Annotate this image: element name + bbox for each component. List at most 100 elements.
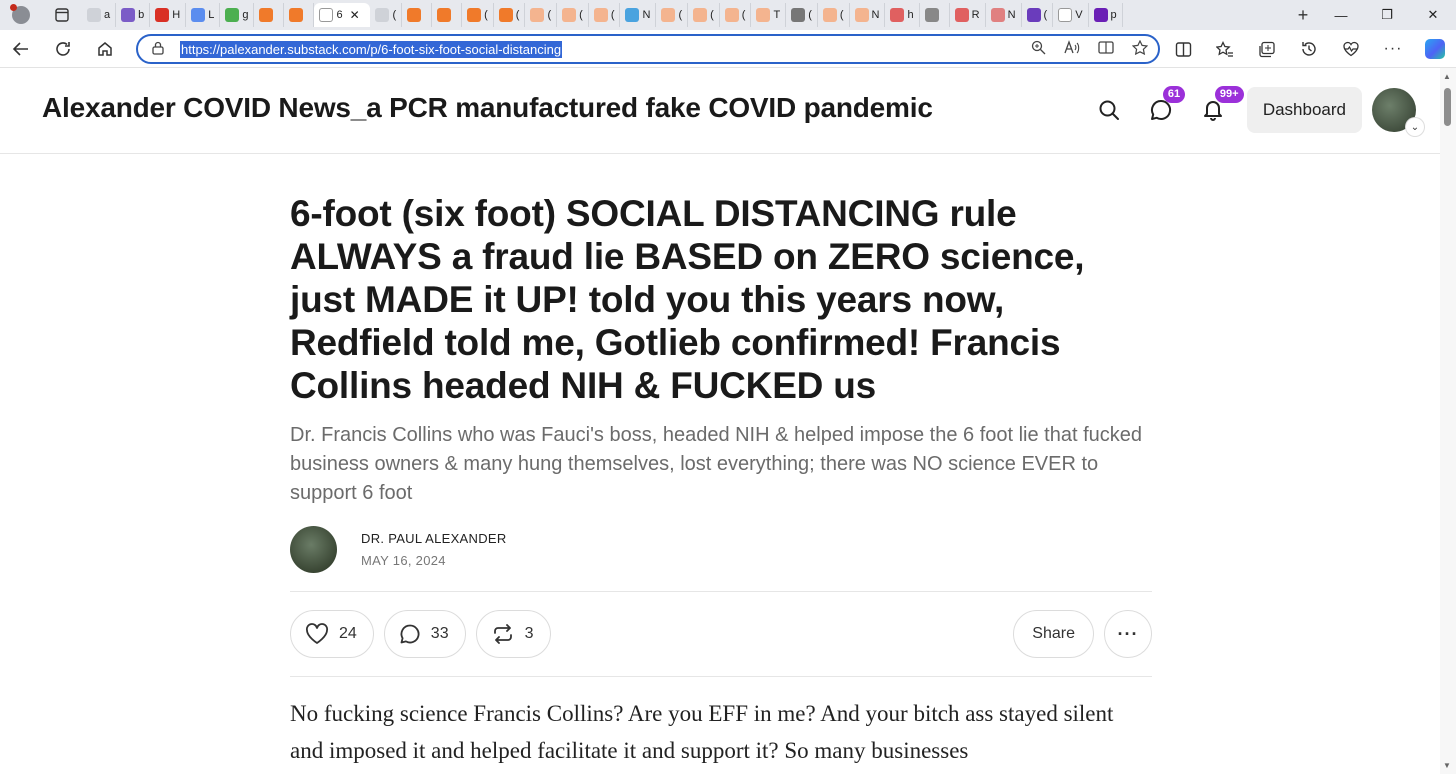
ellipsis-icon: ··· bbox=[1117, 623, 1139, 644]
search-button[interactable] bbox=[1083, 84, 1135, 136]
like-count: 24 bbox=[339, 625, 357, 642]
author-name[interactable]: DR. PAUL ALEXANDER bbox=[361, 531, 507, 546]
favorites-button[interactable] bbox=[1204, 30, 1246, 68]
collections-button[interactable] bbox=[1246, 30, 1288, 68]
browser-tab[interactable]: ( bbox=[720, 3, 752, 27]
browser-tab[interactable]: L bbox=[186, 3, 221, 27]
browser-tab[interactable]: p bbox=[1089, 3, 1123, 27]
history-button[interactable] bbox=[1288, 30, 1330, 68]
browser-profile-button[interactable] bbox=[0, 0, 42, 30]
home-button[interactable] bbox=[84, 30, 126, 68]
tab-actions-button[interactable] bbox=[42, 0, 82, 30]
url-text[interactable]: https://palexander.substack.com/p/6-foot… bbox=[180, 40, 563, 58]
favorite-star-icon[interactable] bbox=[1131, 39, 1149, 58]
browser-tab[interactable]: ( bbox=[786, 3, 818, 27]
settings-more-button[interactable]: ··· bbox=[1372, 30, 1414, 68]
browser-tab-active[interactable]: 6 ✕ bbox=[314, 3, 371, 27]
tab-favicon-icon bbox=[724, 8, 739, 22]
browser-tab[interactable]: h bbox=[885, 3, 920, 27]
browser-tab[interactable] bbox=[432, 3, 463, 27]
scroll-up-arrow-icon[interactable]: ▲ bbox=[1443, 72, 1451, 81]
browser-tab[interactable]: ( bbox=[589, 3, 621, 27]
back-button[interactable] bbox=[0, 30, 42, 68]
browser-tab[interactable]: ( bbox=[370, 3, 403, 27]
ellipsis-icon: ··· bbox=[1383, 40, 1403, 57]
tab-label: N bbox=[1007, 9, 1016, 21]
browser-tab[interactable]: R bbox=[950, 3, 986, 27]
zoom-icon[interactable] bbox=[1031, 40, 1046, 58]
browser-tab[interactable]: ( bbox=[818, 3, 850, 27]
tab-label: ( bbox=[610, 9, 615, 21]
reload-button[interactable] bbox=[42, 30, 84, 68]
browser-tab[interactable]: N bbox=[620, 3, 657, 27]
heart-icon bbox=[306, 623, 328, 644]
tab-label: N bbox=[871, 9, 880, 21]
copilot-button[interactable] bbox=[1414, 30, 1456, 68]
user-avatar[interactable]: ⌄ bbox=[1372, 88, 1424, 136]
browser-tab[interactable] bbox=[284, 3, 315, 27]
chevron-down-icon: ⌄ bbox=[1406, 118, 1424, 136]
site-title[interactable]: Alexander COVID News_a PCR manufactured … bbox=[42, 92, 933, 124]
tab-favicon-icon bbox=[467, 8, 482, 22]
tab-favicon-icon bbox=[259, 8, 274, 22]
browser-essentials-button[interactable] bbox=[1330, 30, 1372, 68]
comments-button[interactable]: 33 bbox=[383, 610, 466, 658]
browser-tab[interactable]: ( bbox=[557, 3, 589, 27]
browser-tab[interactable]: b bbox=[116, 3, 151, 27]
tab-label: N bbox=[642, 9, 651, 21]
lock-icon[interactable] bbox=[152, 41, 164, 58]
browser-tab[interactable]: T bbox=[751, 3, 787, 27]
restack-button[interactable]: 3 bbox=[475, 610, 551, 658]
tab-label: g bbox=[242, 9, 249, 21]
browser-tab[interactable] bbox=[920, 3, 950, 27]
browser-tab[interactable] bbox=[402, 3, 433, 27]
tab-favicon-icon bbox=[1026, 8, 1041, 22]
home-icon bbox=[98, 41, 112, 56]
minimize-button[interactable]: — bbox=[1318, 0, 1364, 30]
tab-label: ( bbox=[484, 9, 488, 21]
restore-button[interactable]: ❐ bbox=[1364, 0, 1410, 30]
tab-favicon-icon bbox=[593, 8, 608, 22]
tab-favicon-icon bbox=[289, 8, 304, 22]
browser-tab[interactable]: g bbox=[220, 3, 255, 27]
browser-tab[interactable]: ( bbox=[688, 3, 720, 27]
more-options-button[interactable]: ··· bbox=[1104, 610, 1152, 658]
divider bbox=[290, 676, 1152, 677]
browser-tab[interactable]: ( bbox=[1022, 3, 1054, 27]
post-actions: 24 33 3 Share ··· bbox=[290, 610, 1152, 658]
dashboard-button[interactable]: Dashboard bbox=[1246, 87, 1362, 133]
tab-label: b bbox=[138, 9, 145, 21]
close-window-button[interactable]: ✕ bbox=[1410, 0, 1456, 30]
notifications-button[interactable]: 99+ bbox=[1187, 84, 1244, 136]
browser-tab[interactable]: ( bbox=[462, 3, 494, 27]
browser-tab[interactable]: N bbox=[986, 3, 1022, 27]
tab-favicon-icon bbox=[693, 8, 708, 22]
browser-tab[interactable]: H bbox=[150, 3, 187, 27]
browser-tab[interactable] bbox=[254, 3, 285, 27]
browser-tab[interactable]: N bbox=[850, 3, 886, 27]
split-screen-button[interactable] bbox=[1162, 30, 1204, 68]
tab-close-icon[interactable]: ✕ bbox=[350, 8, 360, 22]
immersive-reader-icon[interactable] bbox=[1098, 40, 1114, 58]
tab-favicon-icon bbox=[822, 8, 837, 22]
web-page: Alexander COVID News_a PCR manufactured … bbox=[0, 68, 1440, 774]
address-bar[interactable]: https://palexander.substack.com/p/6-foot… bbox=[136, 34, 1160, 64]
scroll-thumb[interactable] bbox=[1444, 88, 1451, 126]
tab-favicon-icon bbox=[375, 8, 390, 22]
browser-tab[interactable]: ( bbox=[494, 3, 526, 27]
new-tab-button[interactable]: + bbox=[1288, 5, 1318, 26]
tab-strip: a b H Lg 6 ✕((((((N(((T((Nh R N(Vp + — ❐ ✕ bbox=[0, 0, 1456, 30]
scroll-down-arrow-icon[interactable]: ▼ bbox=[1443, 761, 1451, 770]
profile-icon bbox=[10, 4, 30, 24]
author-avatar[interactable] bbox=[290, 526, 337, 573]
tab-actions-icon bbox=[55, 8, 69, 22]
page-scrollbar[interactable]: ▲ ▼ bbox=[1440, 68, 1456, 774]
browser-tab[interactable]: ( bbox=[656, 3, 689, 27]
browser-tab[interactable]: a bbox=[82, 3, 117, 27]
browser-tab[interactable]: V bbox=[1053, 3, 1089, 27]
read-aloud-icon[interactable] bbox=[1064, 40, 1080, 58]
like-button[interactable]: 24 bbox=[290, 610, 374, 658]
chat-button[interactable]: 61 bbox=[1135, 84, 1187, 136]
browser-tab[interactable]: ( bbox=[525, 3, 558, 27]
share-button[interactable]: Share bbox=[1013, 610, 1094, 658]
